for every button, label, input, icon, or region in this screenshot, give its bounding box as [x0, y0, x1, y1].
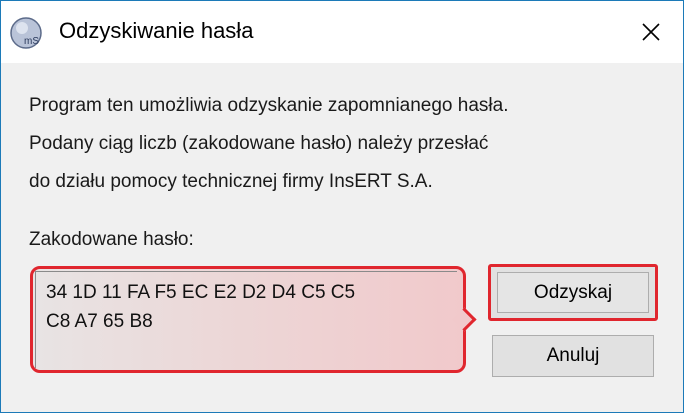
encoded-password-field[interactable]: 34 1D 11 FA F5 EC E2 D2 D4 C5 C5 C8 A7 6…: [30, 266, 466, 373]
close-icon: [642, 23, 660, 41]
recover-button-label: Odzyskaj: [497, 272, 649, 313]
description-line: do działu pomocy technicznej firmy InsER…: [29, 171, 433, 192]
description-line: Program ten umożliwia odzyskanie zapomni…: [29, 95, 509, 116]
encoded-password-line: C8 A7 65 B8: [46, 311, 153, 332]
recovery-dialog: mS Odzyskiwanie hasła Program ten umożli…: [0, 0, 684, 413]
insert-app-icon: mS: [10, 17, 42, 49]
svg-text:mS: mS: [24, 36, 39, 47]
cancel-button[interactable]: Anuluj: [492, 335, 654, 377]
dialog-content: Program ten umożliwia odzyskanie zapomni…: [1, 63, 683, 412]
recover-button[interactable]: Odzyskaj: [488, 264, 658, 321]
title-bar: mS Odzyskiwanie hasła: [1, 1, 683, 63]
description-text: Program ten umożliwia odzyskanie zapomni…: [29, 87, 508, 201]
encoded-password-text: 34 1D 11 FA F5 EC E2 D2 D4 C5 C5 C8 A7 6…: [35, 271, 457, 368]
encoded-password-line: 34 1D 11 FA F5 EC E2 D2 D4 C5 C5: [46, 282, 356, 303]
description-line: Podany ciąg liczb (zakodowane hasło) nal…: [29, 133, 489, 154]
close-button[interactable]: [619, 1, 683, 63]
encoded-password-label: Zakodowane hasło:: [29, 229, 194, 250]
window-title: Odzyskiwanie hasła: [59, 18, 254, 43]
